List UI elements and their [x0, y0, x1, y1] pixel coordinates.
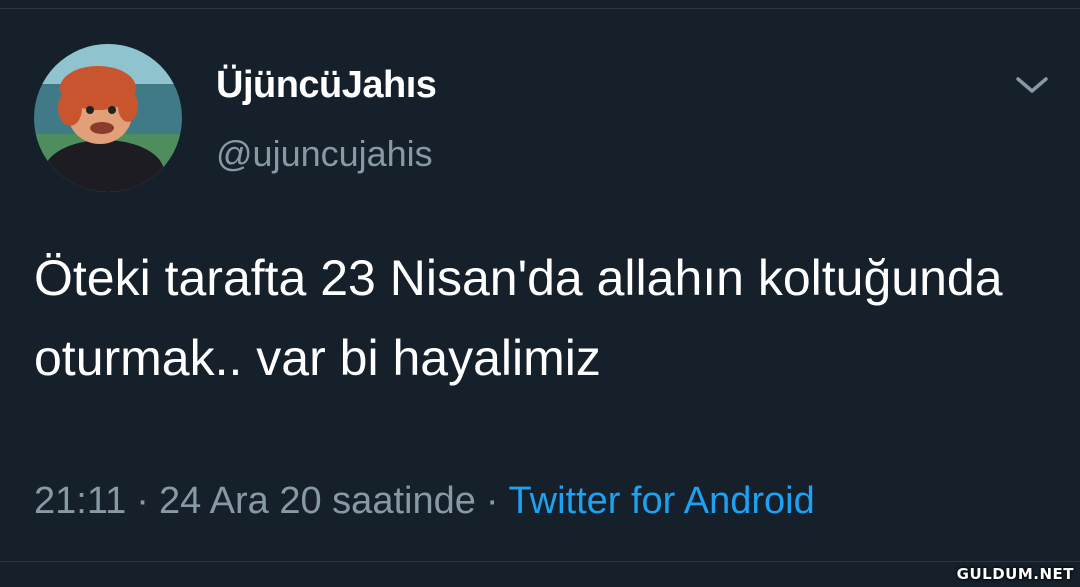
watermark-logo: GULDUM.NET [956, 565, 1074, 583]
tweet-source-link[interactable]: Twitter for Android [509, 480, 815, 522]
bottom-divider [0, 561, 1080, 562]
display-name[interactable]: ÜjüncüJahıs [216, 64, 437, 107]
avatar[interactable] [34, 44, 182, 192]
top-divider [0, 8, 1080, 9]
tweet-date[interactable]: 24 Ara 20 saatinde [159, 480, 476, 522]
chevron-down-icon [1016, 77, 1048, 93]
tweet-meta: 21:11 · 24 Ara 20 saatinde · Twitter for And… [34, 480, 815, 523]
tweet-menu-button[interactable] [1012, 70, 1052, 100]
tweet-text: Öteki tarafta 23 Nisan'da allahın koltuğ… [34, 250, 1003, 386]
tweet-time[interactable]: 21:11 [34, 480, 126, 522]
user-handle[interactable]: @ujuncujahis [216, 133, 433, 175]
meta-separator: · [485, 480, 499, 522]
puppet-avatar-icon [34, 44, 182, 192]
meta-separator: · [136, 480, 149, 522]
